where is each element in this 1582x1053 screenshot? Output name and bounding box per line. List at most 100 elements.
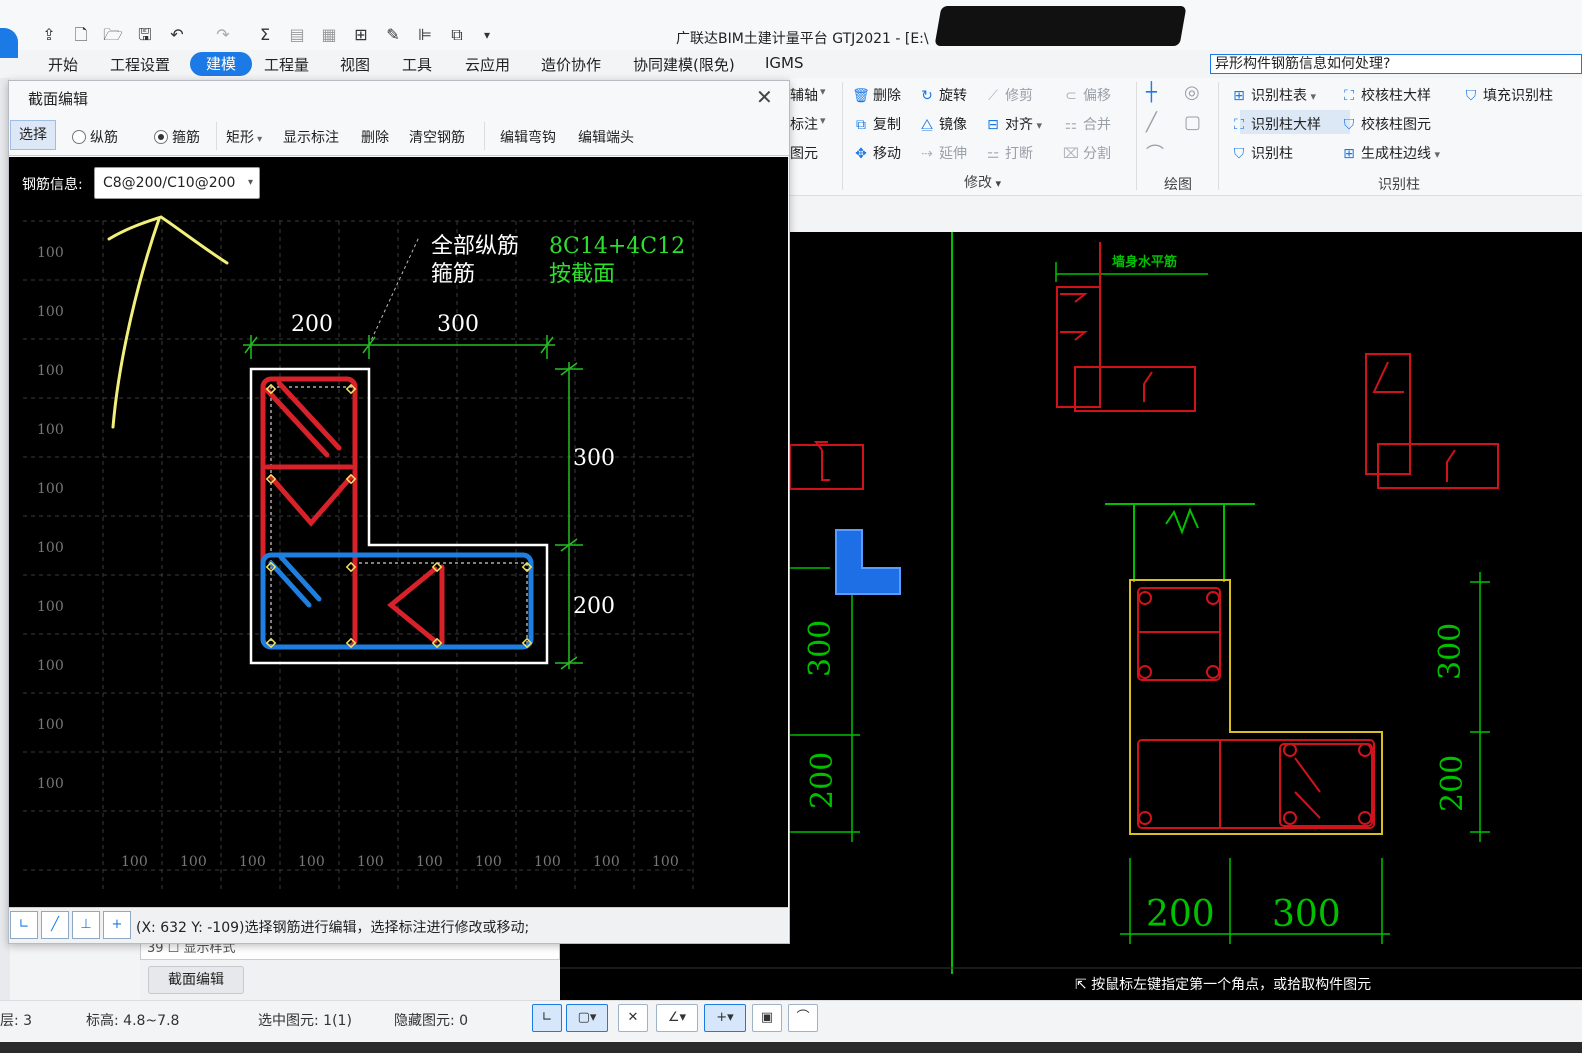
ortho-icon[interactable]: ∟ <box>10 911 38 939</box>
rotate-button[interactable]: ↻ 旋转 <box>918 85 967 105</box>
identify-column-button[interactable]: ⛉ 识别柱 <box>1230 143 1293 163</box>
mirror-button[interactable]: ⧋ 镜像 <box>918 114 967 134</box>
edit-end-button[interactable]: 编辑端头 <box>578 127 634 147</box>
select-tool-button[interactable]: 选择 <box>10 120 56 150</box>
shape-dropdown[interactable]: 矩形 ▾ <box>226 127 262 147</box>
grid-label: 100 <box>37 540 64 556</box>
display-toggle-icon[interactable]: ▣ <box>752 1004 782 1032</box>
menu-quantity[interactable]: 工程量 <box>264 54 309 75</box>
angle-toggle-icon[interactable]: ∠▾ <box>656 1004 698 1032</box>
show-dims-button[interactable]: 显示标注 <box>283 127 339 147</box>
upload-icon[interactable]: ⇪ <box>38 24 60 46</box>
modify-group-label[interactable]: 修改 ▾ <box>964 172 1001 192</box>
offset-button[interactable]: ⊂ 偏移 <box>1062 85 1111 105</box>
arc-draw-icon[interactable]: ⌒ <box>1146 140 1164 166</box>
longitudinal-value[interactable]: 8C14+4C12 <box>549 234 685 259</box>
rect-draw-icon[interactable]: ▢ <box>1184 112 1201 133</box>
open-folder-icon[interactable]: 🗁 <box>102 24 124 46</box>
rotate-icon: ↻ <box>921 88 933 104</box>
ortho-toggle-icon[interactable]: ∟ <box>532 1004 562 1032</box>
dim-200-right[interactable]: 200 <box>573 594 615 619</box>
dim-300-top[interactable]: 300 <box>437 312 479 337</box>
line-icon[interactable]: ╱ <box>41 911 69 939</box>
point-draw-icon[interactable]: ┼ <box>1146 82 1157 103</box>
check-column-element-button[interactable]: ⛉ 校核柱图元 <box>1340 114 1431 134</box>
delete-button[interactable]: 🗑 删除 <box>852 85 901 105</box>
grid-label: 100 <box>37 599 64 615</box>
menu-tools[interactable]: 工具 <box>402 54 432 75</box>
layers-icon[interactable]: ⧉ <box>446 24 468 46</box>
dim-300-right[interactable]: 300 <box>573 446 615 471</box>
taskbar-edge <box>0 1042 1582 1053</box>
grid-label: 100 <box>37 422 64 438</box>
rebar-info-select[interactable]: C8@200/C10@200 ▾ <box>94 167 260 199</box>
identify-column-table-button[interactable]: ⊞ 识别柱表 ▾ <box>1230 85 1316 105</box>
pen-icon[interactable]: ✎ <box>382 24 404 46</box>
trash-icon: 🗑 <box>852 88 870 104</box>
close-icon[interactable]: ✕ <box>756 85 773 109</box>
menu-cost-collab[interactable]: 造价协作 <box>541 54 601 75</box>
help-search-input[interactable]: 异形构件钢筋信息如何处理? <box>1210 54 1582 74</box>
ribbon-element[interactable]: 图元 <box>790 143 818 163</box>
generate-column-edge-button[interactable]: ⊞ 生成柱边线 ▾ <box>1340 143 1440 163</box>
align-button[interactable]: ⊟ 对齐 ▾ <box>984 114 1042 134</box>
menu-project-settings[interactable]: 工程设置 <box>110 54 170 75</box>
cad-stirrup <box>1056 286 1101 408</box>
new-file-icon[interactable]: 🗋 <box>70 24 92 46</box>
menu-modeling[interactable]: 建模 <box>190 52 252 76</box>
save-icon[interactable]: 🖫 <box>134 24 156 46</box>
section-edit-canvas[interactable]: 100 100 100 100 100 100 100 100 100 100 100 100 100 1… <box>9 157 788 907</box>
perpendicular-icon[interactable]: ⊥ <box>72 911 100 939</box>
snap-icon[interactable]: ◎ <box>1184 82 1200 103</box>
edge-icon: ⊞ <box>1343 146 1355 162</box>
undo-icon[interactable]: ↶ <box>166 24 188 46</box>
dim-toggle-icon[interactable]: +▾ <box>704 1004 746 1032</box>
identify-column-detail-button[interactable]: ⛶ 识别柱大样 <box>1230 114 1321 134</box>
line-draw-icon[interactable]: ╱ <box>1146 112 1157 133</box>
query-icon[interactable]: ⊞ <box>350 24 372 46</box>
cad-stirrup <box>1377 443 1499 489</box>
edit-hook-button[interactable]: 编辑弯钩 <box>500 127 556 147</box>
cross-toggle-icon[interactable]: ✕ <box>618 1004 648 1032</box>
clear-rebar-button[interactable]: 清空钢筋 <box>409 127 465 147</box>
trim-button[interactable]: ⟋ 修剪 <box>984 85 1033 105</box>
check-column-detail-button[interactable]: ⛶ 校核柱大样 <box>1340 85 1431 105</box>
menu-home[interactable]: 开始 <box>48 54 78 75</box>
extend-button[interactable]: ⇢ 延伸 <box>918 143 967 163</box>
split-button[interactable]: ⌧ 分割 <box>1062 143 1111 163</box>
fill-icon: ⛉ <box>1465 88 1477 104</box>
menu-view[interactable]: 视图 <box>340 54 370 75</box>
menu-igms[interactable]: IGMS <box>765 54 804 72</box>
menu-collab-modeling[interactable]: 协同建模(限免) <box>633 54 735 75</box>
break-button[interactable]: ⚍ 打断 <box>984 143 1033 163</box>
break-icon: ⚍ <box>986 146 1000 162</box>
all-longitudinal-label[interactable]: 全部纵筋 <box>431 234 519 259</box>
delete-rebar-button[interactable]: 删除 <box>361 127 389 147</box>
dim-200-top[interactable]: 200 <box>291 312 333 337</box>
identify-icon: ⛉ <box>1233 146 1245 162</box>
ruler-icon[interactable]: ⊫ <box>414 24 436 46</box>
aux-axis-dropdown-icon[interactable]: ▾ <box>820 85 826 98</box>
report-icon[interactable]: ▤ <box>286 24 308 46</box>
redo-icon[interactable]: ↷ <box>212 24 234 46</box>
copy-button[interactable]: ⧉ 复制 <box>852 114 901 134</box>
merge-button[interactable]: ⚏ 合并 <box>1062 114 1111 134</box>
annotate-dropdown-icon[interactable]: ▾ <box>820 114 826 127</box>
fill-identify-column-button[interactable]: ⛉ 填充识别柱 <box>1462 85 1553 105</box>
status-selected: 选中图元: 1(1) <box>258 1013 352 1029</box>
move-button[interactable]: ✥ 移动 <box>852 143 901 163</box>
menu-cloud[interactable]: 云应用 <box>465 54 510 75</box>
longitudinal-radio[interactable]: 纵筋 <box>72 127 118 147</box>
grid-icon[interactable]: ▦ <box>318 24 340 46</box>
stirrup-value[interactable]: 按截面 <box>549 262 615 287</box>
ribbon-annotate[interactable]: 标注 <box>790 114 818 134</box>
arc-toggle-icon[interactable]: ⌒ <box>788 1004 818 1032</box>
section-edit-button[interactable]: 截面编辑 <box>148 966 244 994</box>
snap-box-toggle-icon[interactable]: ▢▾ <box>566 1004 608 1032</box>
stirrup-radio[interactable]: 箍筋 <box>154 127 200 147</box>
sum-icon[interactable]: Σ <box>254 24 276 46</box>
dim-icon[interactable]: + <box>103 911 131 939</box>
ribbon-aux-axis[interactable]: 辅轴 <box>790 85 818 105</box>
customize-icon[interactable]: ▾ <box>476 24 498 46</box>
stirrup-label[interactable]: 箍筋 <box>431 262 475 287</box>
